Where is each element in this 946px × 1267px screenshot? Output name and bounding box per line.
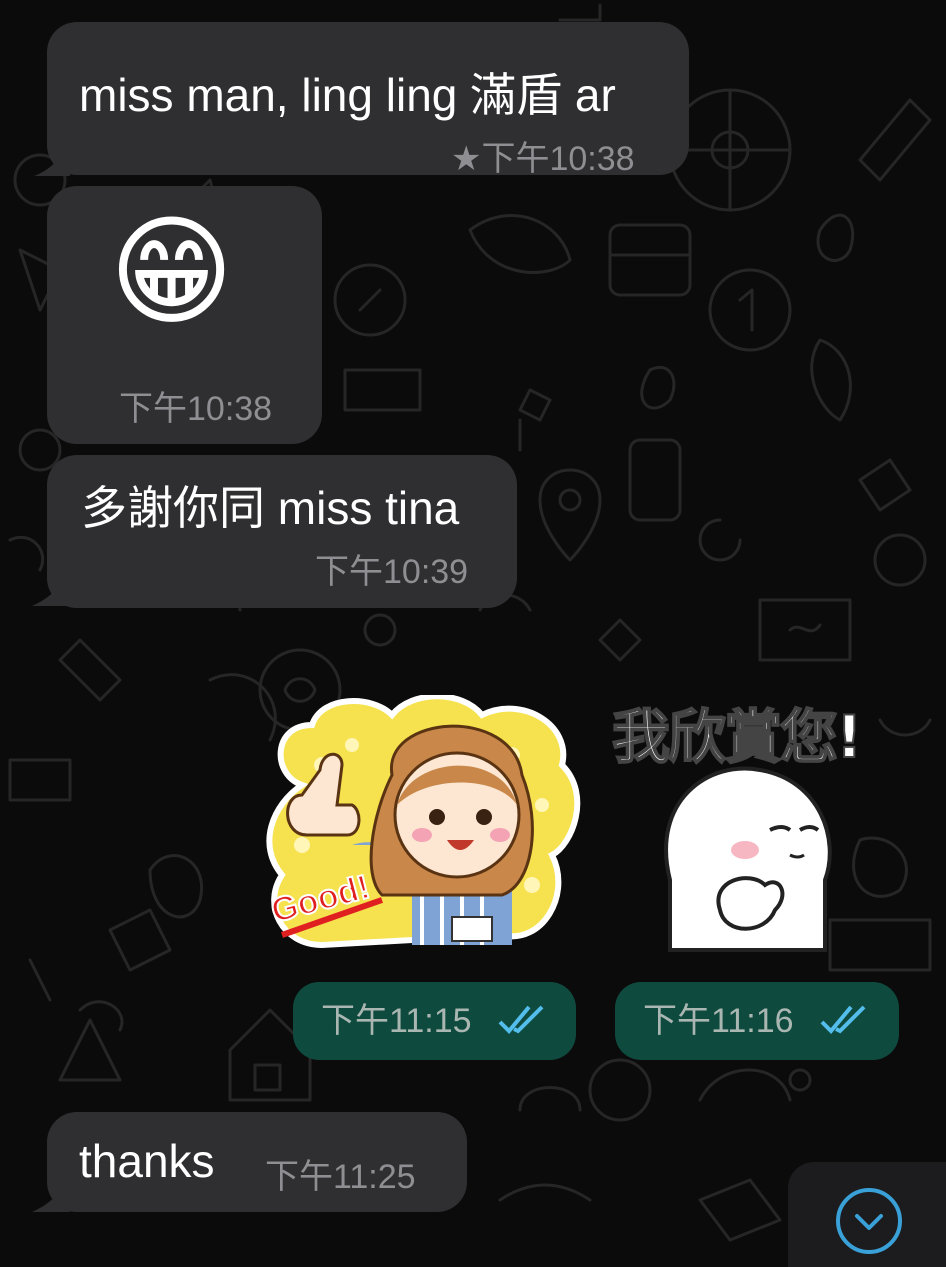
- timestamp: 下午11:15: [321, 1002, 472, 1040]
- incoming-message[interactable]: 多謝你同 miss tina 下午10:39: [47, 455, 517, 608]
- message-text: thanks: [79, 1135, 215, 1187]
- message-time: ★下午10:38: [451, 142, 635, 176]
- message-text: 多謝你同 miss tina: [81, 482, 460, 534]
- timestamp: 下午10:38: [481, 140, 635, 178]
- double-check-icon: [820, 1005, 866, 1034]
- message-text: miss man, ling ling 滿盾 ar: [79, 69, 616, 121]
- timestamp: 下午10:38: [119, 390, 273, 428]
- chevron-down-icon: [836, 1188, 902, 1254]
- grinning-emoji: 😁: [109, 205, 235, 339]
- appreciate-sticker[interactable]: [650, 760, 840, 955]
- scroll-to-bottom-button[interactable]: [788, 1162, 946, 1267]
- timestamp: 下午11:16: [643, 1002, 794, 1040]
- double-check-icon: [498, 1005, 544, 1034]
- good-sticker[interactable]: Good!: [262, 695, 582, 955]
- star-icon: ★: [451, 140, 482, 178]
- timestamp: 下午10:39: [315, 553, 469, 591]
- outgoing-sticker-time: 下午11:15: [293, 982, 576, 1060]
- incoming-message[interactable]: miss man, ling ling 滿盾 ar ★下午10:38: [47, 22, 689, 176]
- outgoing-sticker-time: 下午11:16: [615, 982, 899, 1060]
- incoming-emoji-message[interactable]: 😁 下午10:38: [47, 186, 322, 444]
- timestamp: 下午11:25: [265, 1158, 416, 1196]
- incoming-message[interactable]: thanks 下午11:25: [47, 1112, 467, 1212]
